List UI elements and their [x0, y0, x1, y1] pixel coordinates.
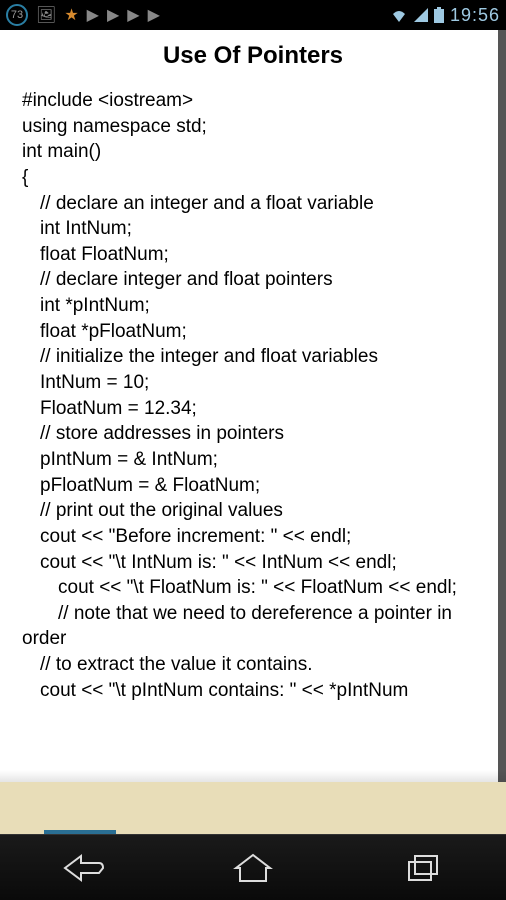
- ad-shadow: [0, 770, 506, 782]
- code-line: #include <iostream>: [22, 88, 484, 114]
- code-line: // initialize the integer and float vari…: [22, 344, 484, 370]
- code-line: int *pIntNum;: [22, 293, 484, 319]
- code-block: #include <iostream>using namespace std;i…: [0, 88, 506, 703]
- code-line: using namespace std;: [22, 114, 484, 140]
- picture-icon: 🖼: [36, 5, 56, 25]
- code-line: pFloatNum = & FloatNum;: [22, 473, 484, 499]
- content-area[interactable]: Use Of Pointers #include <iostream>using…: [0, 30, 506, 820]
- code-line: // to extract the value it contains.: [22, 652, 484, 678]
- code-line: float *pFloatNum;: [22, 319, 484, 345]
- code-line: FloatNum = 12.34;: [22, 396, 484, 422]
- play-store-icon-2: ▶: [107, 5, 119, 25]
- code-line: // store addresses in pointers: [22, 421, 484, 447]
- play-store-icon: ▶: [87, 5, 99, 25]
- code-line: {: [22, 165, 484, 191]
- play-store-icon-4: ▶: [148, 5, 160, 25]
- clock-time: 19:56: [450, 5, 500, 26]
- status-left-group: 73 🖼 ★ ▶ ▶ ▶ ▶: [6, 4, 160, 26]
- code-line: // declare an integer and a float variab…: [22, 191, 484, 217]
- code-line: // declare integer and float pointers: [22, 267, 484, 293]
- battery-icon: [434, 7, 444, 23]
- code-line: int IntNum;: [22, 216, 484, 242]
- recent-apps-button[interactable]: [372, 846, 472, 890]
- ad-banner[interactable]: [0, 782, 506, 834]
- star-icon: ★: [64, 5, 78, 25]
- play-store-icon-3: ▶: [127, 5, 139, 25]
- code-line: int main(): [22, 139, 484, 165]
- navigation-bar: [0, 834, 506, 900]
- status-right-group: 19:56: [390, 5, 500, 26]
- scrollbar[interactable]: [498, 30, 506, 820]
- page-title: Use Of Pointers: [0, 30, 506, 88]
- code-line: cout << "\t IntNum is: " << IntNum << en…: [22, 550, 484, 576]
- code-line: // print out the original values: [22, 498, 484, 524]
- wifi-icon: [390, 8, 408, 22]
- code-line: // note that we need to dereference a po…: [22, 601, 484, 652]
- code-line: cout << "Before increment: " << endl;: [22, 524, 484, 550]
- status-bar: 73 🖼 ★ ▶ ▶ ▶ ▶ 19:56: [0, 0, 506, 30]
- code-line: cout << "\t pIntNum contains: " << *pInt…: [22, 678, 484, 704]
- notification-count-badge: 73: [6, 4, 28, 26]
- code-line: cout << "\t FloatNum is: " << FloatNum <…: [22, 575, 484, 601]
- code-line: IntNum = 10;: [22, 370, 484, 396]
- code-line: pIntNum = & IntNum;: [22, 447, 484, 473]
- code-line: float FloatNum;: [22, 242, 484, 268]
- home-button[interactable]: [203, 846, 303, 890]
- back-button[interactable]: [34, 846, 134, 890]
- cell-signal-icon: [414, 8, 428, 22]
